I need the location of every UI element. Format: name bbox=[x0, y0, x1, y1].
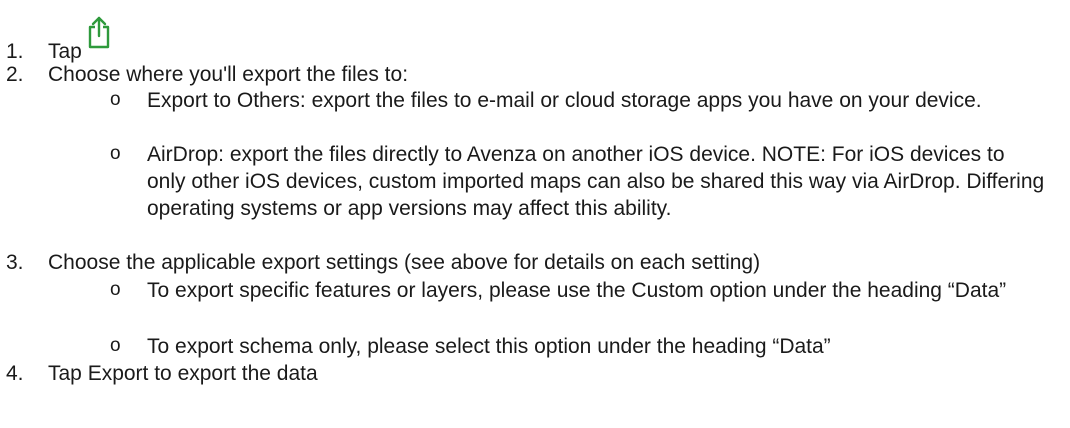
bullet-marker: o bbox=[110, 89, 121, 110]
subitem-text: Export to Others: export the files to e-… bbox=[147, 89, 982, 112]
bullet-marker: o bbox=[110, 143, 121, 164]
bullet-marker: o bbox=[110, 335, 121, 356]
subitem-text: To export specific features or layers, p… bbox=[147, 279, 1007, 302]
step-number: 3. bbox=[6, 251, 24, 274]
step-text: Tap Export to export the data bbox=[48, 362, 318, 385]
step-text: Choose where you'll export the files to: bbox=[48, 63, 409, 86]
instruction-document: 1. Tap 2. Choose where you'll export the… bbox=[0, 0, 1070, 428]
subitem-text: To export schema only, please select thi… bbox=[147, 335, 831, 358]
bullet-marker: o bbox=[110, 279, 121, 300]
step-number: 4. bbox=[6, 362, 24, 385]
step-text: Choose the applicable export settings (s… bbox=[48, 251, 761, 274]
share-icon bbox=[88, 16, 110, 49]
step-number: 2. bbox=[6, 63, 24, 86]
subitem-text: AirDrop: export the files directly to Av… bbox=[147, 143, 1045, 220]
